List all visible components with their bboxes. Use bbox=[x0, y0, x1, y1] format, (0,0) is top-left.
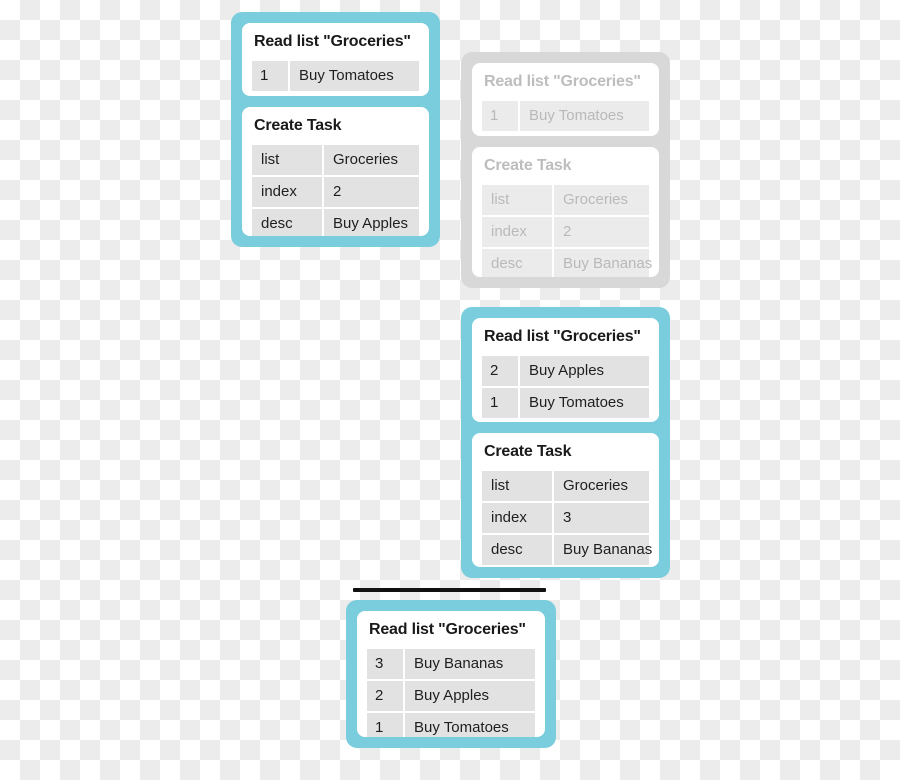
row-index: 2 bbox=[367, 681, 403, 711]
create-task-card-1[interactable]: Create Task list Groceries index 2 desc … bbox=[242, 106, 429, 236]
table-row[interactable]: desc Buy Apples bbox=[252, 208, 419, 236]
row-description: Buy Bananas bbox=[405, 649, 535, 679]
table-row[interactable]: 2 Buy Apples bbox=[482, 356, 649, 386]
create-task-table: list Groceries index 2 desc Buy Bananas bbox=[480, 183, 652, 277]
row-index: 1 bbox=[482, 388, 518, 418]
field-value: Buy Bananas bbox=[554, 535, 652, 566]
row-index: 2 bbox=[482, 356, 518, 386]
row-index: 1 bbox=[482, 101, 518, 131]
field-value: 2 bbox=[324, 176, 419, 207]
row-index: 1 bbox=[367, 713, 403, 737]
field-key: index bbox=[482, 217, 552, 248]
table-row[interactable]: desc Buy Bananas bbox=[482, 535, 652, 566]
field-key: desc bbox=[482, 535, 552, 566]
field-value: Groceries bbox=[554, 185, 649, 216]
row-description: Buy Tomatoes bbox=[520, 388, 649, 418]
card-title: Read list "Groceries" bbox=[484, 73, 641, 90]
table-row[interactable]: 1 Buy Tomatoes bbox=[252, 61, 419, 91]
read-list-card-2: Read list "Groceries" 1 Buy Tomatoes bbox=[472, 63, 659, 137]
table-row[interactable]: list Groceries bbox=[252, 144, 419, 175]
create-task-table: list Groceries index 3 desc Buy Bananas bbox=[480, 469, 652, 567]
field-key: list bbox=[482, 471, 552, 502]
step-group-4[interactable]: Read list "Groceries" 3 Buy Bananas 2 Bu… bbox=[346, 600, 556, 748]
read-list-card-3[interactable]: Read list "Groceries" 2 Buy Apples 1 Buy… bbox=[472, 318, 659, 423]
create-task-table: list Groceries index 2 desc Buy Apples bbox=[250, 143, 421, 236]
field-value: Groceries bbox=[554, 471, 649, 502]
field-key: desc bbox=[482, 249, 552, 277]
table-row: list Groceries bbox=[482, 185, 649, 216]
table-row[interactable]: index 3 bbox=[482, 503, 649, 534]
card-title: Create Task bbox=[254, 116, 342, 134]
table-row[interactable]: 3 Buy Bananas bbox=[367, 649, 535, 679]
field-key: index bbox=[482, 503, 552, 534]
table-row: desc Buy Bananas bbox=[482, 249, 652, 277]
table-row[interactable]: index 2 bbox=[252, 176, 419, 207]
field-value: 3 bbox=[554, 503, 649, 534]
card-title: Create Task bbox=[484, 443, 572, 461]
read-list-table: 3 Buy Bananas 2 Buy Apples 1 Buy Tomatoe… bbox=[365, 647, 537, 737]
table-row[interactable]: 1 Buy Tomatoes bbox=[482, 388, 649, 418]
table-row: 1 Buy Tomatoes bbox=[482, 101, 649, 131]
row-description: Buy Apples bbox=[520, 356, 649, 386]
table-row: index 2 bbox=[482, 217, 649, 248]
read-list-table: 1 Buy Tomatoes bbox=[250, 59, 421, 93]
field-value: Groceries bbox=[324, 144, 419, 175]
table-row[interactable]: 1 Buy Tomatoes bbox=[367, 713, 535, 737]
row-description: Buy Tomatoes bbox=[290, 61, 419, 91]
field-value: 2 bbox=[554, 217, 649, 248]
create-task-card-2: Create Task list Groceries index 2 desc … bbox=[472, 147, 659, 277]
read-list-table: 1 Buy Tomatoes bbox=[480, 99, 651, 133]
read-list-card-1[interactable]: Read list "Groceries" 1 Buy Tomatoes bbox=[242, 23, 429, 96]
field-key: index bbox=[252, 176, 322, 207]
row-index: 3 bbox=[367, 649, 403, 679]
table-row[interactable]: 2 Buy Apples bbox=[367, 681, 535, 711]
row-index: 1 bbox=[252, 61, 288, 91]
step-group-1[interactable]: Read list "Groceries" 1 Buy Tomatoes Cre… bbox=[231, 12, 440, 247]
section-divider bbox=[353, 588, 546, 592]
field-value: Buy Apples bbox=[324, 208, 419, 236]
field-key: desc bbox=[252, 208, 322, 236]
read-list-card-4[interactable]: Read list "Groceries" 3 Buy Bananas 2 Bu… bbox=[357, 611, 545, 737]
field-key: list bbox=[252, 144, 322, 175]
step-group-3[interactable]: Read list "Groceries" 2 Buy Apples 1 Buy… bbox=[461, 307, 670, 578]
create-task-card-3[interactable]: Create Task list Groceries index 3 desc … bbox=[472, 433, 659, 567]
read-list-table: 2 Buy Apples 1 Buy Tomatoes bbox=[480, 354, 651, 420]
row-description: Buy Tomatoes bbox=[405, 713, 535, 737]
field-value: Buy Bananas bbox=[554, 249, 652, 277]
card-title: Read list "Groceries" bbox=[369, 621, 526, 638]
field-key: list bbox=[482, 185, 552, 216]
row-description: Buy Tomatoes bbox=[520, 101, 649, 131]
card-title: Read list "Groceries" bbox=[484, 328, 641, 345]
card-title: Create Task bbox=[484, 157, 572, 175]
row-description: Buy Apples bbox=[405, 681, 535, 711]
card-title: Read list "Groceries" bbox=[254, 33, 411, 50]
table-row[interactable]: list Groceries bbox=[482, 471, 649, 502]
step-group-2-ghost: Read list "Groceries" 1 Buy Tomatoes Cre… bbox=[461, 52, 670, 288]
